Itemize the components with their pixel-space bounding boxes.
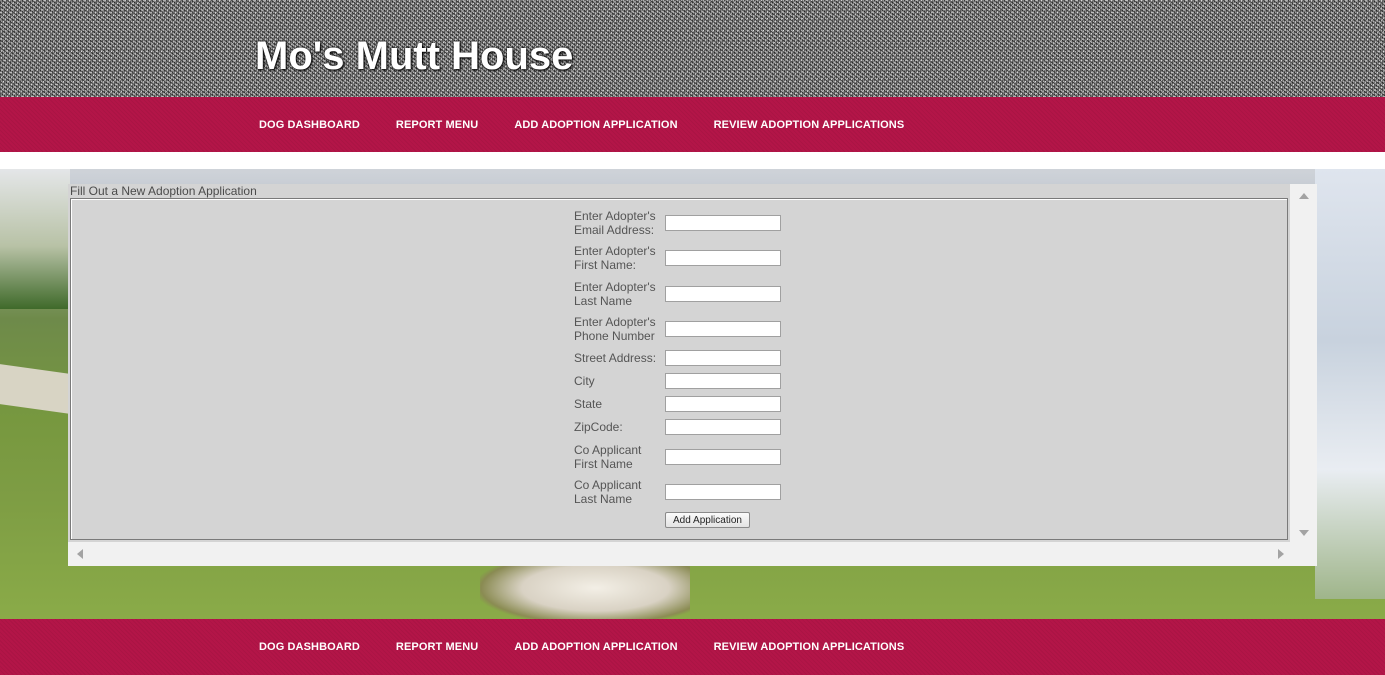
co-last-name-label: Co Applicant Last Name xyxy=(574,478,642,506)
scroll-up-icon[interactable] xyxy=(1299,193,1309,199)
footer-link-review-adoption-applications[interactable]: REVIEW ADOPTION APPLICATIONS xyxy=(714,641,905,653)
form-row-co-last-name: Co Applicant Last Name xyxy=(574,478,794,506)
email-label: Enter Adopter's Email Address: xyxy=(574,209,656,237)
form-row-zipcode: ZipCode: xyxy=(574,419,794,435)
email-input[interactable] xyxy=(665,215,781,231)
main-nav-list: DOG DASHBOARD REPORT MENU ADD ADOPTION A… xyxy=(259,97,940,152)
zipcode-label: ZipCode: xyxy=(574,420,623,434)
footer-link-report-menu[interactable]: REPORT MENU xyxy=(396,641,478,653)
scroll-down-icon[interactable] xyxy=(1299,530,1309,536)
nav-link-dog-dashboard[interactable]: DOG DASHBOARD xyxy=(259,119,360,131)
site-title: Mo's Mutt House xyxy=(255,34,574,78)
add-application-button[interactable]: Add Application xyxy=(665,512,750,528)
form-legend: Fill Out a New Adoption Application xyxy=(70,184,257,198)
co-first-name-input[interactable] xyxy=(665,449,781,465)
form-row-phone: Enter Adopter's Phone Number xyxy=(574,315,794,343)
site-header: Mo's Mutt House xyxy=(0,0,1385,97)
nav-link-report-menu[interactable]: REPORT MENU xyxy=(396,119,478,131)
footer-link-dog-dashboard[interactable]: DOG DASHBOARD xyxy=(259,641,360,653)
co-first-name-label: Co Applicant First Name xyxy=(574,443,642,471)
scroll-left-icon[interactable] xyxy=(77,549,83,559)
form-row-state: State xyxy=(574,396,794,412)
first-name-label: Enter Adopter's First Name: xyxy=(574,244,656,272)
last-name-input[interactable] xyxy=(665,286,781,302)
city-input[interactable] xyxy=(665,373,781,389)
zipcode-input[interactable] xyxy=(665,419,781,435)
form-row-city: City xyxy=(574,373,794,389)
city-label: City xyxy=(574,374,595,388)
state-input[interactable] xyxy=(665,396,781,412)
application-frame: Fill Out a New Adoption Application Ente… xyxy=(68,184,1317,566)
form-row-first-name: Enter Adopter's First Name: xyxy=(574,244,794,272)
phone-label: Enter Adopter's Phone Number xyxy=(574,315,656,343)
state-label: State xyxy=(574,397,603,411)
photo-path xyxy=(0,364,70,414)
horizontal-scrollbar[interactable] xyxy=(68,542,1290,566)
footer-nav: DOG DASHBOARD REPORT MENU ADD ADOPTION A… xyxy=(0,619,1385,675)
footer-link-add-adoption-application[interactable]: ADD ADOPTION APPLICATION xyxy=(514,641,677,653)
form-row-email: Enter Adopter's Email Address: xyxy=(574,209,794,237)
scroll-right-icon[interactable] xyxy=(1278,549,1284,559)
photo-sky-right xyxy=(1315,169,1385,599)
last-name-label: Enter Adopter's Last Name xyxy=(574,280,656,308)
form-row-last-name: Enter Adopter's Last Name xyxy=(574,280,794,308)
frame-content: Fill Out a New Adoption Application Ente… xyxy=(68,184,1290,542)
phone-input[interactable] xyxy=(665,321,781,337)
form-row-street: Street Address: xyxy=(574,350,794,366)
form-row-co-first-name: Co Applicant First Name xyxy=(574,443,794,471)
street-input[interactable] xyxy=(665,350,781,366)
main-nav: DOG DASHBOARD REPORT MENU ADD ADOPTION A… xyxy=(0,97,1385,152)
photo-sky-left xyxy=(0,169,70,309)
street-label: Street Address: xyxy=(574,351,657,365)
footer-nav-list: DOG DASHBOARD REPORT MENU ADD ADOPTION A… xyxy=(259,619,940,675)
nav-link-add-adoption-application[interactable]: ADD ADOPTION APPLICATION xyxy=(514,119,677,131)
photo-dog xyxy=(480,564,690,619)
vertical-scrollbar[interactable] xyxy=(1290,184,1317,542)
nav-link-review-adoption-applications[interactable]: REVIEW ADOPTION APPLICATIONS xyxy=(714,119,905,131)
co-last-name-input[interactable] xyxy=(665,484,781,500)
first-name-input[interactable] xyxy=(665,250,781,266)
